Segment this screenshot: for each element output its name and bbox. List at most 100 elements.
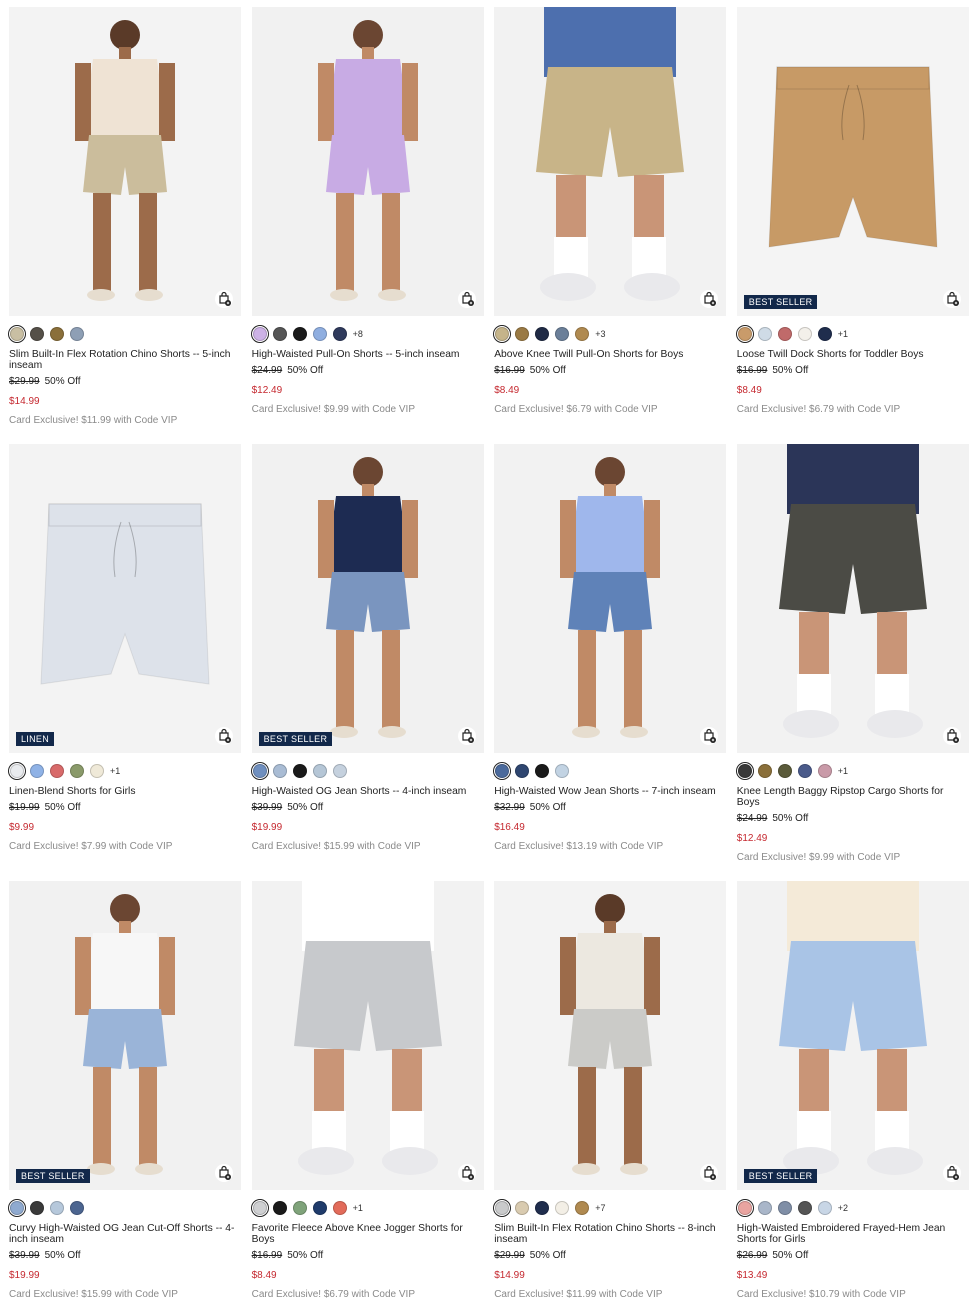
color-swatch[interactable] xyxy=(90,764,104,778)
color-swatch[interactable] xyxy=(7,1198,27,1218)
color-swatch[interactable] xyxy=(332,327,347,341)
color-swatch[interactable] xyxy=(515,1201,530,1215)
color-swatch[interactable] xyxy=(50,764,64,778)
color-swatch[interactable] xyxy=(332,1201,347,1215)
color-swatch[interactable] xyxy=(332,764,347,778)
color-swatch[interactable] xyxy=(535,327,550,341)
add-to-bag-icon[interactable] xyxy=(457,727,476,745)
more-colors-link[interactable]: +8 xyxy=(353,329,363,339)
more-colors-link[interactable]: +1 xyxy=(838,329,848,339)
product-image[interactable] xyxy=(736,444,969,753)
color-swatch[interactable] xyxy=(70,764,84,778)
color-swatch[interactable] xyxy=(250,324,270,344)
product-card[interactable]: Slim Built-In Flex Rotation Chino Shorts… xyxy=(7,7,241,444)
product-card[interactable]: +3 Above Knee Twill Pull-On Shorts for Bo… xyxy=(492,7,727,444)
color-swatch[interactable] xyxy=(797,764,812,778)
color-swatch[interactable] xyxy=(757,1201,772,1215)
more-colors-link[interactable]: +7 xyxy=(595,1203,605,1213)
color-swatch[interactable] xyxy=(757,764,772,778)
color-swatch[interactable] xyxy=(797,1201,812,1215)
color-swatch[interactable] xyxy=(757,327,772,341)
product-image[interactable]: BEST SELLER xyxy=(9,881,241,1190)
color-swatch[interactable] xyxy=(292,1201,307,1215)
color-swatch[interactable] xyxy=(492,761,512,781)
product-name[interactable]: Linen-Blend Shorts for Girls xyxy=(9,786,241,797)
product-card[interactable]: BEST SELLER +2 High-Waisted Embroidered Fr… xyxy=(735,881,969,1316)
product-card[interactable]: +1 Knee Length Baggy Ripstop Cargo Shorts… xyxy=(735,444,969,881)
color-swatch[interactable] xyxy=(312,327,327,341)
product-card[interactable]: +8 High-Waisted Pull-On Shorts -- 5-inch … xyxy=(250,7,484,444)
product-image[interactable] xyxy=(494,444,727,753)
color-swatch[interactable] xyxy=(735,324,755,344)
more-colors-link[interactable]: +1 xyxy=(110,766,120,776)
color-swatch[interactable] xyxy=(250,1198,270,1218)
color-swatch[interactable] xyxy=(50,327,64,341)
product-name[interactable]: Knee Length Baggy Ripstop Cargo Shorts f… xyxy=(737,786,969,808)
color-swatch[interactable] xyxy=(515,764,530,778)
color-swatch[interactable] xyxy=(492,1198,512,1218)
add-to-bag-icon[interactable] xyxy=(700,1164,719,1182)
product-image[interactable] xyxy=(494,7,727,316)
more-colors-link[interactable]: +1 xyxy=(838,766,848,776)
color-swatch[interactable] xyxy=(7,324,27,344)
add-to-bag-icon[interactable] xyxy=(457,290,476,308)
color-swatch[interactable] xyxy=(575,327,590,341)
color-swatch[interactable] xyxy=(555,1201,570,1215)
color-swatch[interactable] xyxy=(575,1201,590,1215)
color-swatch[interactable] xyxy=(250,761,270,781)
color-swatch[interactable] xyxy=(817,1201,832,1215)
color-swatch[interactable] xyxy=(30,327,44,341)
color-swatch[interactable] xyxy=(735,1198,755,1218)
product-image[interactable] xyxy=(9,7,241,316)
more-colors-link[interactable]: +2 xyxy=(838,1203,848,1213)
color-swatch[interactable] xyxy=(312,764,327,778)
product-name[interactable]: Slim Built-In Flex Rotation Chino Shorts… xyxy=(494,1223,726,1245)
add-to-bag-icon[interactable] xyxy=(700,727,719,745)
product-card[interactable]: LINEN +1 Linen-Blend Shorts for Girls $19.9… xyxy=(7,444,241,881)
color-swatch[interactable] xyxy=(777,327,792,341)
color-swatch[interactable] xyxy=(777,764,792,778)
color-swatch[interactable] xyxy=(515,327,530,341)
product-image[interactable] xyxy=(251,7,484,316)
product-image[interactable]: BEST SELLER xyxy=(736,7,969,316)
product-card[interactable]: BEST SELLER +1 Loose Twill Dock Shorts for… xyxy=(735,7,969,444)
add-to-bag-icon[interactable] xyxy=(215,1164,233,1182)
product-name[interactable]: Slim Built-In Flex Rotation Chino Shorts… xyxy=(9,349,241,371)
product-name[interactable]: Loose Twill Dock Shorts for Toddler Boys xyxy=(737,349,969,360)
add-to-bag-icon[interactable] xyxy=(942,1164,961,1182)
color-swatch[interactable] xyxy=(797,327,812,341)
add-to-bag-icon[interactable] xyxy=(215,290,233,308)
color-swatch[interactable] xyxy=(272,1201,287,1215)
product-name[interactable]: High-Waisted Embroidered Frayed-Hem Jean… xyxy=(737,1223,969,1245)
product-image[interactable]: LINEN xyxy=(9,444,241,753)
color-swatch[interactable] xyxy=(535,764,550,778)
product-card[interactable]: BEST SELLER High-Waisted OG Jean Shorts -… xyxy=(250,444,484,881)
color-swatch[interactable] xyxy=(50,1201,64,1215)
product-image[interactable]: BEST SELLER xyxy=(736,881,969,1190)
color-swatch[interactable] xyxy=(70,1201,84,1215)
product-name[interactable]: High-Waisted Pull-On Shorts -- 5-inch in… xyxy=(252,349,484,360)
add-to-bag-icon[interactable] xyxy=(942,727,961,745)
product-name[interactable]: Favorite Fleece Above Knee Jogger Shorts… xyxy=(252,1223,484,1245)
add-to-bag-icon[interactable] xyxy=(457,1164,476,1182)
color-swatch[interactable] xyxy=(70,327,84,341)
color-swatch[interactable] xyxy=(535,1201,550,1215)
product-name[interactable]: Curvy High-Waisted OG Jean Cut-Off Short… xyxy=(9,1223,241,1245)
color-swatch[interactable] xyxy=(272,327,287,341)
color-swatch[interactable] xyxy=(30,1201,44,1215)
more-colors-link[interactable]: +1 xyxy=(353,1203,363,1213)
color-swatch[interactable] xyxy=(555,764,570,778)
color-swatch[interactable] xyxy=(292,327,307,341)
color-swatch[interactable] xyxy=(7,761,27,781)
add-to-bag-icon[interactable] xyxy=(215,727,233,745)
color-swatch[interactable] xyxy=(777,1201,792,1215)
product-image[interactable] xyxy=(494,881,727,1190)
color-swatch[interactable] xyxy=(30,764,44,778)
product-name[interactable]: High-Waisted Wow Jean Shorts -- 7-inch i… xyxy=(494,786,726,797)
color-swatch[interactable] xyxy=(272,764,287,778)
more-colors-link[interactable]: +3 xyxy=(595,329,605,339)
color-swatch[interactable] xyxy=(735,761,755,781)
product-image[interactable]: BEST SELLER xyxy=(251,444,484,753)
add-to-bag-icon[interactable] xyxy=(942,290,961,308)
color-swatch[interactable] xyxy=(492,324,512,344)
